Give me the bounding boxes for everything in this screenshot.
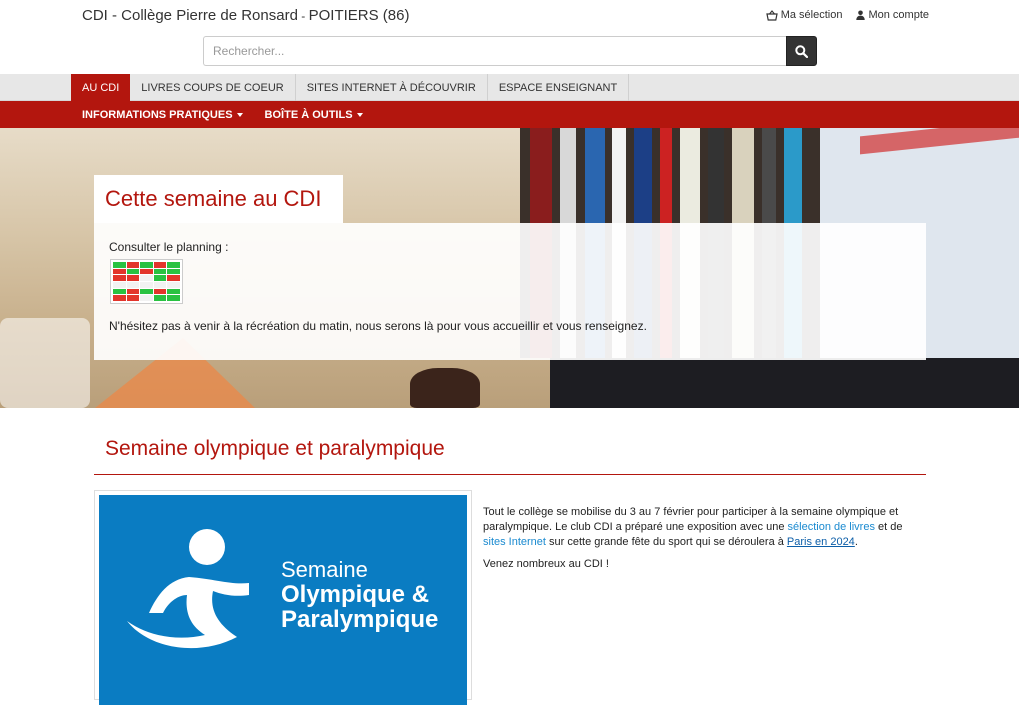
link-sites-internet[interactable]: sites Internet [483,536,546,548]
search-button[interactable] [786,36,817,66]
olympic-week-logo: Semaine Olympique & Paralympique [99,495,467,705]
hero-card-title: Cette semaine au CDI [105,186,322,211]
my-account-link[interactable]: Mon compte [856,9,929,21]
plastic-cup-shape [0,318,90,408]
logo-line-semaine: Semaine [281,557,368,582]
nav-item-livres-coups-de-coeur[interactable]: LIVRES COUPS DE COEUR [130,74,296,101]
search-icon [795,44,808,58]
text-segment: et de [874,521,903,533]
text-segment: sur cette grande fête du sport qui se dé… [545,536,787,548]
caret-down-icon [356,112,363,117]
article-title: Semaine olympique et paralympique [105,437,445,460]
top-header: CDI - Collège Pierre de Ronsard - POITIE… [0,0,1019,74]
planning-thumbnail[interactable] [110,259,183,304]
dropdown-informations-pratiques[interactable]: INFORMATIONS PRATIQUES [82,109,243,121]
search-bar [203,36,817,66]
site-title-city: POITIERS (86) [308,7,410,24]
logo-line-paralympique: Paralympique [281,606,439,633]
article-paragraph-2: Venez nombreux au CDI ! [483,558,609,570]
dropdown-boite-a-outils[interactable]: BOÎTE À OUTILS [265,109,363,121]
article-divider [94,474,926,475]
secondary-nav: INFORMATIONS PRATIQUES BOÎTE À OUTILS [0,101,1019,128]
my-account-label: Mon compte [868,9,929,21]
user-icon [856,10,866,20]
caret-down-icon [236,112,243,117]
coffee-beans-shape [410,368,480,408]
link-selection-livres[interactable]: sélection de livres [788,521,875,533]
link-paris-2024[interactable]: Paris en 2024 [787,536,855,548]
dropdown-label: BOÎTE À OUTILS [264,108,353,121]
primary-nav: AU CDI LIVRES COUPS DE COEUR SITES INTER… [0,74,1019,101]
logo-text: Semaine Olympique & Paralympique [281,557,438,632]
article-image: Semaine Olympique & Paralympique [94,490,472,705]
my-selection-link[interactable]: Ma sélection [765,9,843,21]
nav-item-sites-internet[interactable]: SITES INTERNET À DÉCOUVRIR [296,74,488,101]
search-input[interactable] [203,36,786,66]
site-title-main: CDI - Collège Pierre de Ronsard [82,7,298,24]
site-title[interactable]: CDI - Collège Pierre de Ronsard - POITIE… [82,7,409,24]
hero-card-planning-label: Consulter le planning : [109,240,229,254]
nav-item-espace-enseignant[interactable]: ESPACE ENSEIGNANT [488,74,630,101]
article-text: Tout le collège se mobilise du 3 au 7 fé… [483,505,913,579]
text-segment: . [854,536,858,548]
hero-card-message: N'hésitez pas à venir à la récréation du… [109,319,647,333]
basket-icon [765,9,778,21]
dark-box-shape [550,358,1019,408]
top-links: Ma sélection Mon compte [765,9,929,21]
site-title-separator: - [297,9,309,23]
my-selection-label: Ma sélection [780,9,843,21]
logo-line-olympique: Olympique & [281,581,430,608]
runner-icon [127,529,249,649]
dropdown-label: INFORMATIONS PRATIQUES [82,108,233,121]
nav-item-au-cdi[interactable]: AU CDI [71,74,131,101]
article-paragraph-1: Tout le collège se mobilise du 3 au 7 fé… [483,505,913,550]
